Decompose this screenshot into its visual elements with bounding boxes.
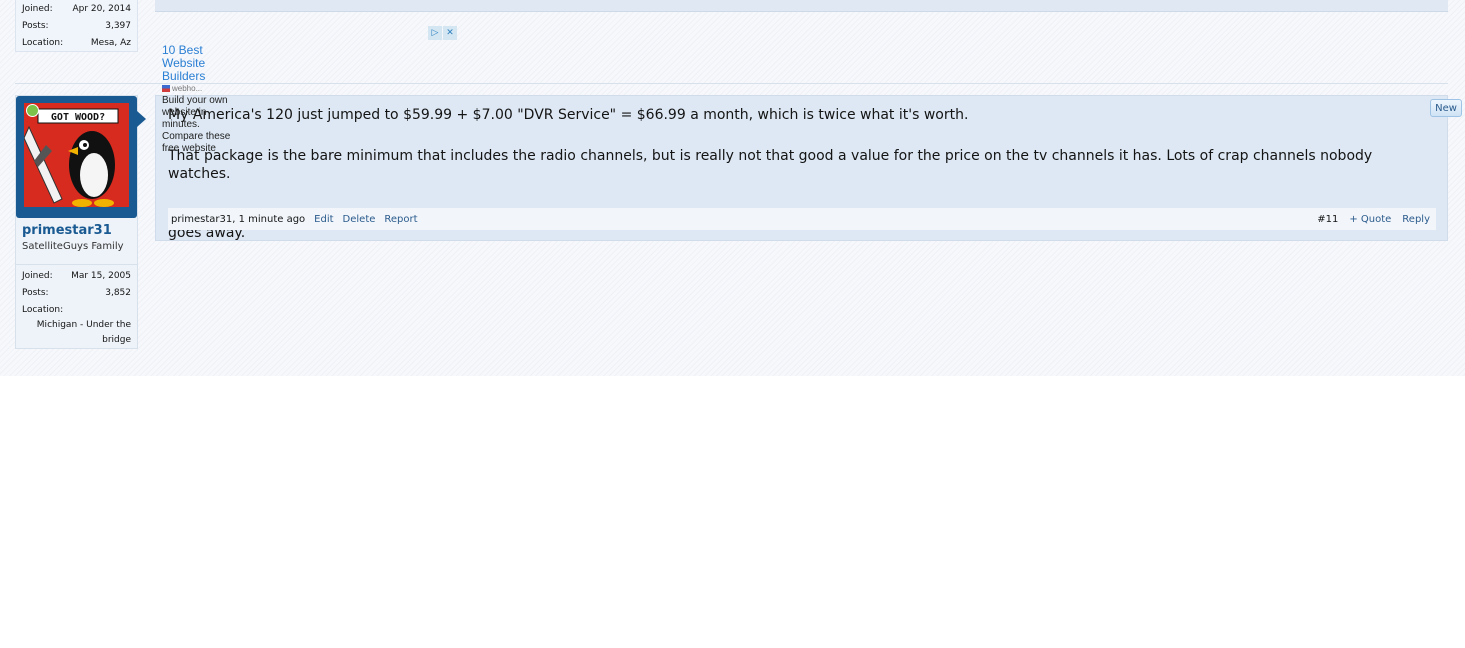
- posts-label: Posts:: [22, 20, 49, 31]
- reply-link[interactable]: Reply: [1402, 214, 1430, 225]
- ad-source-text: webho...: [172, 84, 203, 93]
- location-label: Location:: [22, 37, 64, 48]
- previous-message-footer: [155, 0, 1448, 12]
- avatar[interactable]: GOT WOOD?: [24, 103, 129, 207]
- ad-favicon-icon: [162, 85, 170, 92]
- posts-row: Posts: 3,397: [16, 17, 137, 34]
- message-paragraph: My America's 120 just jumped to $59.99 +…: [168, 107, 969, 123]
- close-icon[interactable]: ✕: [443, 26, 457, 40]
- location-value: Michigan - Under the bridge: [36, 320, 131, 345]
- ad-title-link[interactable]: 10 Best Website Builders: [162, 44, 232, 83]
- avatar-frame: GOT WOOD?: [16, 96, 137, 218]
- location-label: Location:: [22, 304, 64, 315]
- user-card: GOT WOOD? primestar31 SatelliteGuys Fami…: [15, 95, 146, 349]
- posts-value: 3,397: [105, 20, 131, 31]
- joined-value: Mar 15, 2005: [71, 270, 131, 281]
- footer-left: primestar31, 1 minute ago Edit Delete Re…: [168, 214, 418, 225]
- message-body: My America's 120 just jumped to $59.99 +…: [168, 106, 1407, 265]
- quote-link[interactable]: + Quote: [1349, 214, 1391, 225]
- message-paragraph: That package is the bare minimum that in…: [168, 148, 1373, 182]
- previous-user-extra-info: Joined: Apr 20, 2014 Posts: 3,397 Locati…: [15, 0, 138, 52]
- username-link[interactable]: primestar31: [22, 223, 112, 238]
- post-number[interactable]: #11: [1317, 214, 1338, 225]
- posts-row: Posts: 3,852: [16, 284, 137, 301]
- posts-value: 3,852: [105, 287, 131, 298]
- avatar-arrow: [137, 111, 146, 127]
- ad-source: webho...: [162, 84, 232, 93]
- user-extra-info: Joined: Mar 15, 2005 Posts: 3,852 Locati…: [16, 264, 137, 348]
- avatar-text: GOT WOOD?: [51, 112, 105, 123]
- edit-link[interactable]: Edit: [314, 214, 333, 225]
- joined-value: Apr 20, 2014: [72, 3, 131, 14]
- footer-right: #11 + Quote Reply: [1317, 214, 1436, 225]
- online-status-icon: [26, 104, 39, 117]
- ad-controls: ▷ ✕: [428, 26, 457, 40]
- report-link[interactable]: Report: [384, 214, 417, 225]
- posts-label: Posts:: [22, 287, 49, 298]
- post-divider: [15, 83, 1448, 84]
- new-badge: New: [1430, 99, 1462, 117]
- location-row: Location:: [16, 301, 137, 318]
- ad-block: 10 Best Website Builders webho... Build …: [162, 44, 232, 155]
- joined-row: Joined: Apr 20, 2014: [16, 0, 137, 17]
- joined-label: Joined:: [22, 3, 53, 14]
- post-message: My America's 120 just jumped to $59.99 +…: [155, 95, 1448, 241]
- ad-description[interactable]: Build your own website in minutes. Compa…: [162, 95, 232, 155]
- location-row: Location: Mesa, Az: [16, 34, 137, 51]
- joined-label: Joined:: [22, 270, 53, 281]
- message-footer: primestar31, 1 minute ago Edit Delete Re…: [168, 208, 1436, 230]
- user-title: SatelliteGuys Family: [22, 241, 124, 252]
- location-value: Mesa, Az: [90, 37, 131, 48]
- delete-link[interactable]: Delete: [343, 214, 376, 225]
- adchoices-icon[interactable]: ▷: [428, 26, 442, 40]
- post-meta[interactable]: primestar31, 1 minute ago: [171, 214, 305, 225]
- joined-row: Joined: Mar 15, 2005: [16, 267, 137, 284]
